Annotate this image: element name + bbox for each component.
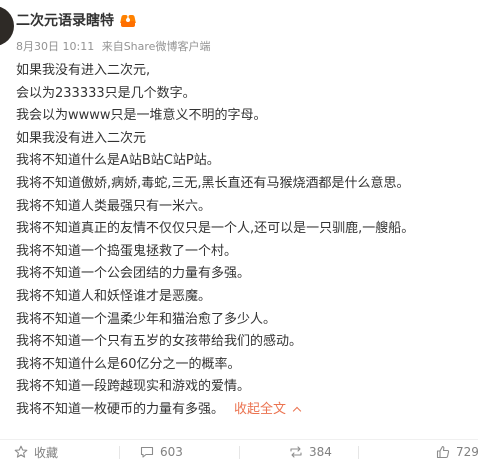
repost-icon [289,445,303,459]
post-meta: 8月30日 10:11 来自Share微博客户端 [16,38,214,54]
content-line: 我将不知道一段跨越现实和游戏的爱情。 [16,379,251,395]
post-content: 如果我没有进入二次元, 会以为233333只是几个数字。 我会以为wwww只是一… [16,60,466,422]
content-last-text: 我将不知道一枚硬币的力量有多强。 [16,401,225,417]
content-line: 我将不知道真正的友情不仅仅只是一个人,还可以是一只驯鹿,一艘船。 [16,221,415,237]
collapse-label[interactable]: 收起全文 [234,402,286,417]
author-name[interactable]: 二次元语录瞎特 [16,10,114,30]
like-count: 729 [456,445,478,459]
thumbs-up-icon [436,445,450,459]
like-button[interactable]: 729 [436,440,478,463]
content-line: 我将不知道一个只有五岁的女孩带给我们的感动。 [16,334,303,350]
content-line: 我将不知道人和妖怪谁才是恶魔。 [16,288,212,304]
content-line: 我将不知道一个温柔少年和猫治愈了多少人。 [16,311,277,327]
post-source[interactable]: Share微博客户端 [124,40,211,53]
comment-button[interactable]: 603 [140,440,183,463]
vip-crown-icon[interactable] [120,12,136,28]
content-line: 我将不知道什么是60亿分之一的概率。 [16,356,241,372]
comment-count: 603 [160,445,183,459]
comment-icon [140,445,154,459]
content-line: 如果我没有进入二次元, [16,63,151,78]
collapse-full-text-link[interactable]: 收起全文 [234,402,302,417]
favorite-label: 收藏 [34,445,59,460]
post-date[interactable]: 8月30日 10:11 [16,40,94,53]
content-line: 我将不知道人类最强只有一米六。 [16,198,212,214]
content-line: 如果我没有进入二次元 [16,130,147,146]
star-icon [14,445,28,459]
repost-button[interactable]: 384 [289,440,332,463]
content-line: 我将不知道一个捣蛋鬼拯救了一个村。 [16,243,238,259]
divider [119,446,120,459]
content-line: 会以为233333只是几个数字。 [16,85,196,101]
action-bar: 收藏 603 384 729 [0,439,478,463]
repost-count: 384 [309,445,332,459]
content-line: 我将不知道什么是A站B站C站P站。 [16,153,220,169]
content-line-last: 我将不知道一枚硬币的力量有多强。 收起全文 [16,399,466,422]
source-prefix: 来自 [101,40,124,53]
divider [358,446,359,459]
divider [239,446,240,459]
chevron-up-icon[interactable] [292,406,302,416]
content-line: 我将不知道傲娇,病娇,毒蛇,三无,黑长直还有马猴烧酒都是什么意思。 [16,175,410,191]
content-line: 我会以为wwww只是一堆意义不明的字母。 [16,108,267,124]
post-header: 二次元语录瞎特 [16,10,136,30]
content-line: 我将不知道一个公会团结的力量有多强。 [16,266,251,282]
favorite-button[interactable]: 收藏 [14,440,58,463]
avatar[interactable] [0,6,14,46]
